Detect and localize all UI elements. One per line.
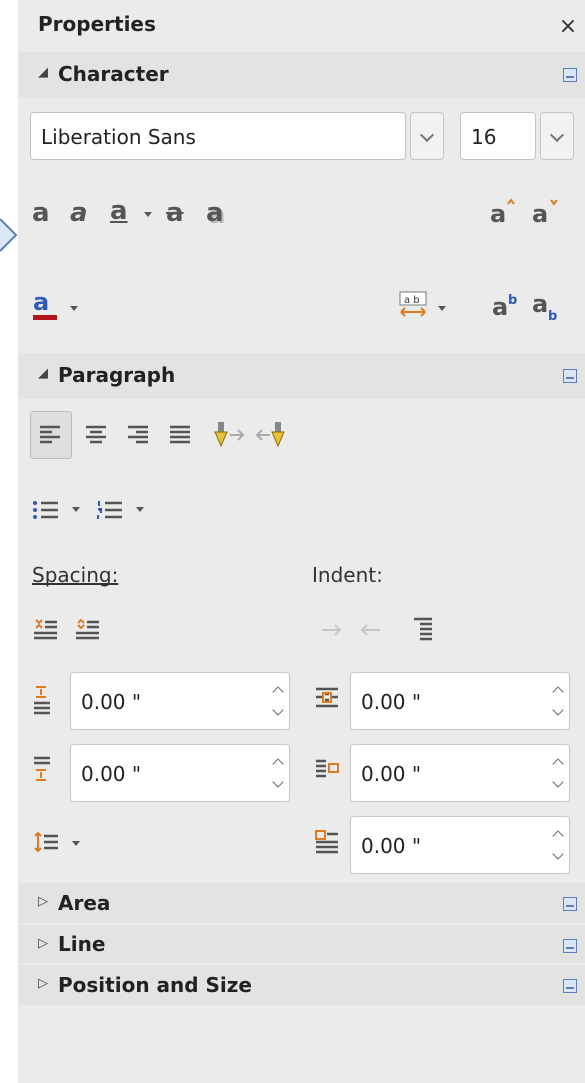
spin-up-icon[interactable] bbox=[553, 829, 563, 839]
spin-down-icon[interactable] bbox=[553, 779, 563, 789]
svg-text:a: a bbox=[490, 200, 506, 226]
above-paragraph-spacing-value: 0.00 " bbox=[81, 690, 142, 714]
bulleted-list-dropdown-arrow-icon[interactable] bbox=[72, 507, 80, 512]
more-options-icon[interactable] bbox=[563, 68, 577, 82]
section-header-position-size[interactable]: ▷ Position and Size bbox=[18, 965, 585, 1005]
underline-dropdown-arrow-icon[interactable] bbox=[144, 212, 152, 217]
decrease-paragraph-spacing-icon[interactable] bbox=[74, 618, 100, 642]
italic-icon[interactable]: a bbox=[70, 200, 88, 226]
character-spacing-dropdown-arrow-icon[interactable] bbox=[438, 306, 446, 311]
svg-text:a: a bbox=[532, 200, 548, 226]
after-text-indent-icon bbox=[316, 759, 339, 778]
below-paragraph-spacing-spinbox[interactable]: 0.00 " bbox=[70, 744, 290, 802]
collapsed-triangle-icon: ▷ bbox=[38, 936, 48, 951]
before-text-indent-value: 0.00 " bbox=[361, 690, 422, 714]
decrease-indent-icon[interactable] bbox=[358, 622, 382, 638]
spacing-label: Spacing: bbox=[32, 563, 119, 587]
sidebar-collapse-arrow-icon[interactable] bbox=[0, 215, 18, 255]
expanded-triangle-icon: ◢ bbox=[38, 366, 48, 381]
underline-icon[interactable]: a bbox=[110, 198, 128, 224]
section-title-position-size: Position and Size bbox=[58, 973, 252, 997]
increase-indent-icon[interactable] bbox=[320, 622, 344, 638]
section-header-area[interactable]: ▷ Area bbox=[18, 883, 585, 923]
more-options-icon[interactable] bbox=[563, 369, 577, 383]
below-paragraph-spacing-icon bbox=[34, 756, 50, 781]
more-options-icon[interactable] bbox=[563, 897, 577, 911]
before-text-indent-icon bbox=[316, 687, 338, 708]
first-line-indent-value: 0.00 " bbox=[361, 834, 422, 858]
svg-text:a b: a b bbox=[404, 295, 420, 306]
line-spacing-dropdown-arrow-icon[interactable] bbox=[72, 841, 80, 846]
font-name-combobox[interactable]: Liberation Sans bbox=[30, 112, 406, 160]
numbered-list-dropdown-arrow-icon[interactable] bbox=[136, 507, 144, 512]
collapsed-triangle-icon: ▷ bbox=[38, 976, 48, 991]
font-size-value: 16 bbox=[471, 125, 497, 149]
svg-text:b: b bbox=[548, 309, 557, 322]
font-color-dropdown-arrow-icon[interactable] bbox=[70, 306, 78, 311]
svg-text:a: a bbox=[532, 290, 548, 318]
superscript-icon[interactable]: a b bbox=[492, 290, 522, 320]
collapsed-triangle-icon: ▷ bbox=[38, 894, 48, 909]
section-title-line: Line bbox=[58, 932, 106, 956]
increase-font-size-icon[interactable]: a bbox=[490, 196, 518, 226]
spin-up-icon[interactable] bbox=[553, 685, 563, 695]
first-line-indent-spinbox[interactable]: 0.00 " bbox=[350, 816, 570, 874]
right-to-left-icon[interactable] bbox=[254, 420, 288, 450]
numbered-list-icon[interactable] bbox=[96, 500, 124, 520]
increase-paragraph-spacing-icon[interactable] bbox=[32, 618, 58, 642]
spin-down-icon[interactable] bbox=[553, 707, 563, 717]
before-text-indent-spinbox[interactable]: 0.00 " bbox=[350, 672, 570, 730]
font-size-combobox[interactable]: 16 bbox=[460, 112, 536, 160]
bulleted-list-icon[interactable] bbox=[32, 500, 60, 520]
spin-up-icon[interactable] bbox=[553, 757, 563, 767]
panel-title: Properties bbox=[38, 12, 156, 36]
section-header-line[interactable]: ▷ Line bbox=[18, 925, 585, 963]
justify-icon[interactable] bbox=[168, 424, 192, 444]
section-title-area: Area bbox=[58, 891, 111, 915]
bold-icon[interactable]: a bbox=[32, 200, 50, 226]
svg-text:a: a bbox=[33, 288, 49, 316]
above-paragraph-spacing-icon bbox=[34, 686, 50, 715]
above-paragraph-spacing-spinbox[interactable]: 0.00 " bbox=[70, 672, 290, 730]
indent-label: Indent: bbox=[312, 563, 383, 587]
spin-up-icon[interactable] bbox=[273, 685, 283, 695]
first-line-indent-icon bbox=[315, 830, 338, 854]
below-paragraph-spacing-value: 0.00 " bbox=[81, 762, 142, 786]
character-spacing-icon[interactable]: a b bbox=[398, 290, 428, 320]
left-to-right-icon[interactable] bbox=[212, 420, 246, 450]
section-title-character: Character bbox=[58, 62, 169, 86]
section-title-paragraph: Paragraph bbox=[58, 363, 176, 387]
after-text-indent-spinbox[interactable]: 0.00 " bbox=[350, 744, 570, 802]
align-left-icon[interactable] bbox=[38, 424, 62, 444]
close-icon[interactable]: × bbox=[557, 16, 579, 38]
font-name-dropdown-button[interactable] bbox=[410, 112, 444, 160]
spin-up-icon[interactable] bbox=[273, 757, 283, 767]
font-size-dropdown-button[interactable] bbox=[540, 112, 574, 160]
svg-text:b: b bbox=[508, 293, 517, 308]
align-center-icon[interactable] bbox=[84, 424, 108, 444]
font-name-value: Liberation Sans bbox=[41, 125, 196, 149]
more-options-icon[interactable] bbox=[563, 979, 577, 993]
svg-text:a: a bbox=[492, 293, 508, 320]
panel-titlebar: Properties × bbox=[18, 0, 585, 52]
spin-down-icon[interactable] bbox=[273, 707, 283, 717]
section-header-paragraph[interactable]: ◢ Paragraph bbox=[18, 353, 585, 399]
spin-down-icon[interactable] bbox=[553, 851, 563, 861]
decrease-font-size-icon[interactable]: a bbox=[532, 196, 562, 226]
more-options-icon[interactable] bbox=[563, 939, 577, 953]
align-right-icon[interactable] bbox=[126, 424, 150, 444]
after-text-indent-value: 0.00 " bbox=[361, 762, 422, 786]
hanging-indent-icon[interactable] bbox=[412, 616, 434, 644]
line-spacing-icon[interactable] bbox=[32, 832, 60, 856]
section-header-character[interactable]: ◢ Character bbox=[18, 52, 585, 98]
properties-panel: Properties × ◢ Character Liberation Sans… bbox=[18, 0, 585, 1083]
strikethrough-icon[interactable]: a bbox=[166, 200, 184, 226]
spin-down-icon[interactable] bbox=[273, 779, 283, 789]
expanded-triangle-icon: ◢ bbox=[38, 65, 48, 80]
shadow-icon[interactable]: a bbox=[206, 200, 224, 226]
font-color-icon[interactable]: a bbox=[32, 286, 60, 322]
subscript-icon[interactable]: a b bbox=[532, 290, 562, 322]
